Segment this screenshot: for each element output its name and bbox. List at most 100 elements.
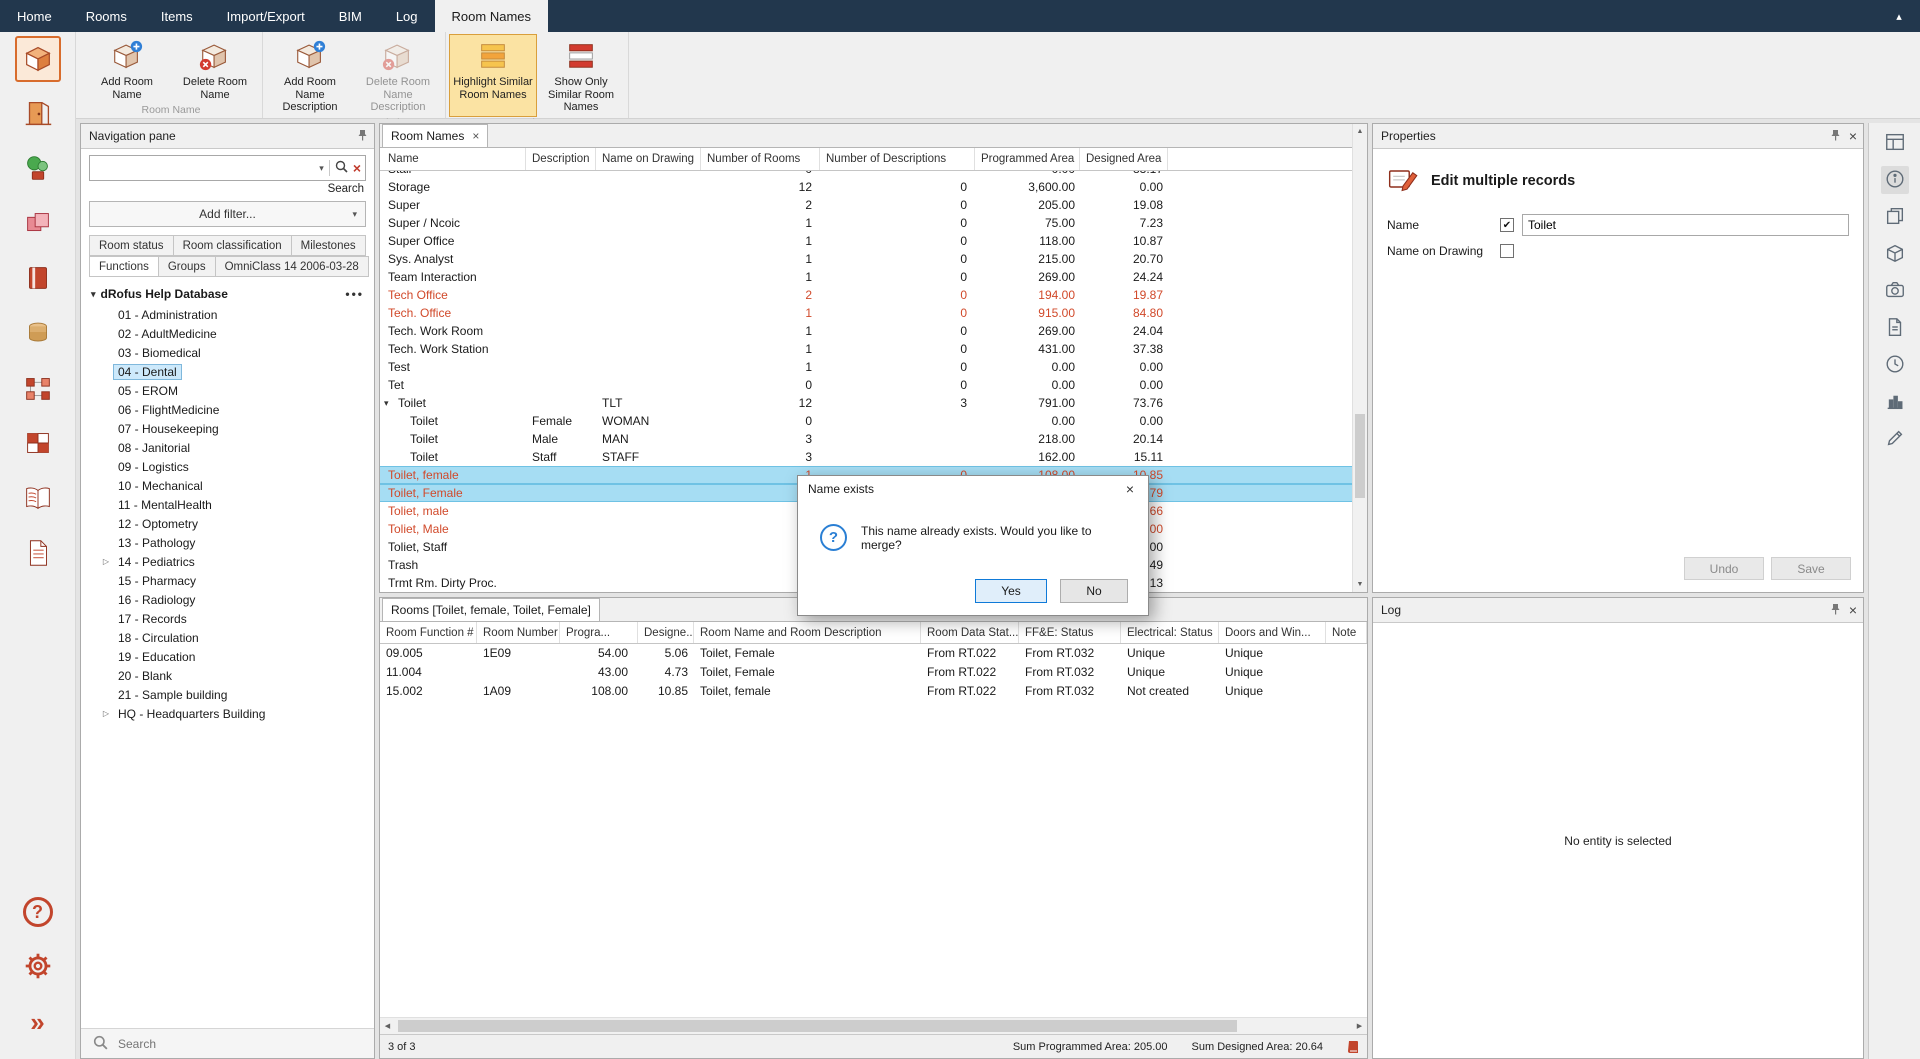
name-input[interactable] (1522, 214, 1849, 236)
room-name-row[interactable]: ▾ToiletTLT123791.0073.76 (380, 394, 1367, 412)
menu-item-import-export[interactable]: Import/Export (210, 0, 322, 32)
menu-item-home[interactable]: Home (0, 0, 69, 32)
name-on-drawing-checkbox[interactable] (1500, 244, 1514, 258)
room-name-row[interactable]: Tech. Work Room10269.0024.04 (380, 322, 1367, 340)
room-name-row[interactable]: Tech. Work Station10431.0037.38 (380, 340, 1367, 358)
yes-button[interactable]: Yes (975, 579, 1047, 603)
right-tool-history[interactable] (1881, 351, 1909, 379)
sidebar-help-button[interactable]: ? (15, 889, 61, 935)
column-header-note[interactable]: Note (1326, 622, 1367, 643)
sidebar-module-buildings[interactable] (15, 421, 61, 467)
tree-item-02-adultmedicine[interactable]: 02 - AdultMedicine (81, 324, 374, 343)
sidebar-module-document[interactable] (15, 531, 61, 577)
dialog-titlebar[interactable]: Name exists × (798, 476, 1148, 502)
tree-item-13-pathology[interactable]: 13 - Pathology (81, 533, 374, 552)
search-link[interactable]: Search (81, 181, 374, 195)
name-checkbox[interactable]: ✔ (1500, 218, 1514, 232)
sidebar-module-reports[interactable] (15, 476, 61, 522)
column-header-name[interactable]: Name (380, 148, 526, 170)
save-button[interactable]: Save (1771, 557, 1851, 580)
tab-rooms[interactable]: Rooms [Toilet, female, Toilet, Female] (382, 598, 600, 621)
sidebar-module-book[interactable] (15, 256, 61, 302)
close-icon[interactable]: × (1849, 129, 1857, 143)
sidebar-gear-button[interactable] (15, 944, 61, 990)
pin-icon[interactable] (357, 129, 368, 144)
expander-icon[interactable]: ▷ (99, 709, 113, 718)
sidebar-module-systems[interactable] (15, 366, 61, 412)
column-header-room-number[interactable]: Room Number (477, 622, 560, 643)
right-tool-copy-sheets[interactable] (1881, 203, 1909, 231)
tree-root[interactable]: ▾ dRofus Help Database ••• (81, 285, 374, 305)
tree-options-icon[interactable]: ••• (345, 287, 364, 301)
right-tool-documents[interactable] (1881, 314, 1909, 342)
no-button[interactable]: No (1060, 579, 1128, 603)
right-tool-annotate[interactable] (1881, 425, 1909, 453)
sidebar-module-rooms[interactable] (15, 36, 61, 82)
clear-search-icon[interactable]: × (353, 160, 361, 176)
column-header-number-of-rooms[interactable]: Number of Rooms (701, 148, 820, 170)
close-icon[interactable]: × (1112, 476, 1148, 502)
column-header-room-data-stat[interactable]: Room Data Stat... (921, 622, 1019, 643)
add-filter-dropdown[interactable]: Add filter... ▾ (89, 201, 366, 227)
tree-item-07-housekeeping[interactable]: 07 - Housekeeping (81, 419, 374, 438)
scroll-left-icon[interactable]: ◀ (380, 1018, 395, 1034)
menu-item-items[interactable]: Items (144, 0, 210, 32)
room-name-row[interactable]: Super Office10118.0010.87 (380, 232, 1367, 250)
room-row[interactable]: 15.0021A09108.0010.85Toilet, femaleFrom … (380, 682, 1367, 701)
pin-icon[interactable] (1830, 603, 1841, 618)
right-tool-statistics[interactable] (1881, 388, 1909, 416)
close-tab-icon[interactable]: × (472, 130, 479, 142)
column-header-designe[interactable]: Designe... (638, 622, 694, 643)
report-book-icon[interactable] (1347, 1040, 1359, 1054)
tree-item-21-sample-building[interactable]: 21 - Sample building (81, 685, 374, 704)
column-header-designed-area[interactable]: Designed Area (1080, 148, 1168, 170)
tree-item-16-radiology[interactable]: 16 - Radiology (81, 590, 374, 609)
column-header-room-function[interactable]: Room Function # (380, 622, 477, 643)
sidebar-module-door[interactable] (15, 91, 61, 137)
undo-button[interactable]: Undo (1684, 557, 1764, 580)
tree-item-06-flightmedicine[interactable]: 06 - FlightMedicine (81, 400, 374, 419)
room-name-row[interactable]: Super / Ncoic1075.007.23 (380, 214, 1367, 232)
scroll-right-icon[interactable]: ▶ (1352, 1018, 1367, 1034)
scroll-down-icon[interactable]: ▼ (1353, 577, 1367, 592)
ribbon-button-add-room-name-description[interactable]: Add Room Name Description (266, 34, 354, 117)
expander-icon[interactable]: ▷ (99, 557, 113, 566)
column-header-number-of-descriptions[interactable]: Number of Descriptions (820, 148, 975, 170)
room-name-row[interactable]: Stall00.0083.17 (380, 171, 1367, 178)
tree-item-19-education[interactable]: 19 - Education (81, 647, 374, 666)
right-tool-info[interactable] (1881, 166, 1909, 194)
tree-item-14-pediatrics[interactable]: ▷14 - Pediatrics (81, 552, 374, 571)
sidebar-module-finance[interactable] (15, 311, 61, 357)
column-header-description[interactable]: Description (526, 148, 596, 170)
room-name-row[interactable]: Test100.000.00 (380, 358, 1367, 376)
tree-item-01-administration[interactable]: 01 - Administration (81, 305, 374, 324)
search-dropdown-icon[interactable]: ▾ (319, 163, 324, 174)
column-header-doors-and-win[interactable]: Doors and Win... (1219, 622, 1326, 643)
nav-tab-room-classification[interactable]: Room classification (174, 235, 292, 256)
tree-item-hq-headquarters-building[interactable]: ▷HQ - Headquarters Building (81, 704, 374, 723)
room-row[interactable]: 09.0051E0954.005.06Toilet, FemaleFrom RT… (380, 644, 1367, 663)
room-name-row[interactable]: Super20205.0019.08 (380, 196, 1367, 214)
horizontal-scrollbar[interactable]: ◀ ▶ (380, 1017, 1367, 1034)
collapse-icon[interactable]: ▾ (91, 289, 96, 300)
tree-item-08-janitorial[interactable]: 08 - Janitorial (81, 438, 374, 457)
ribbon-button-add-room-name[interactable]: Add Room Name (83, 34, 171, 104)
room-name-row[interactable]: Tech. Office10915.0084.80 (380, 304, 1367, 322)
sidebar-expand-button[interactable]: » (15, 999, 61, 1045)
collapse-ribbon-icon[interactable]: ▴ (1878, 0, 1920, 32)
column-header-room-name-and-room-description[interactable]: Room Name and Room Description (694, 622, 921, 643)
room-row[interactable]: 11.00443.004.73Toilet, FemaleFrom RT.022… (380, 663, 1367, 682)
room-name-row[interactable]: ToiletStaffSTAFF3162.0015.11 (380, 448, 1367, 466)
room-name-row[interactable]: ToiletFemaleWOMAN00.000.00 (380, 412, 1367, 430)
column-header-ff-e-status[interactable]: FF&E: Status (1019, 622, 1121, 643)
tab-room-names[interactable]: Room Names × (382, 124, 488, 147)
sidebar-module-products[interactable] (15, 201, 61, 247)
tree-item-10-mechanical[interactable]: 10 - Mechanical (81, 476, 374, 495)
tree-item-09-logistics[interactable]: 09 - Logistics (81, 457, 374, 476)
tree-item-20-blank[interactable]: 20 - Blank (81, 666, 374, 685)
room-name-row[interactable]: Team Interaction10269.0024.24 (380, 268, 1367, 286)
nav-search-input[interactable] (96, 161, 314, 175)
menu-tab-room-names[interactable]: Room Names (435, 0, 548, 32)
tree-item-11-mentalhealth[interactable]: 11 - MentalHealth (81, 495, 374, 514)
nav-tab-milestones[interactable]: Milestones (292, 235, 366, 256)
